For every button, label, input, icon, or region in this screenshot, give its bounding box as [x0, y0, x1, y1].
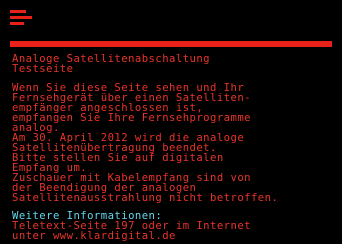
- body-line: Satellitenausstrahlung nicht betroffen.: [12, 192, 279, 204]
- header-divider: [10, 41, 332, 47]
- logo-stripe: [10, 22, 24, 25]
- logo-stripe: [10, 16, 32, 19]
- info-line: unter www.klardigital.de: [12, 230, 176, 242]
- teletext-screen: Analoge Satellitenabschaltung Testseite …: [0, 0, 342, 244]
- logo-stripe: [10, 10, 26, 13]
- teletext-logo-icon: [10, 10, 32, 26]
- page-subtitle: Testseite: [12, 63, 74, 75]
